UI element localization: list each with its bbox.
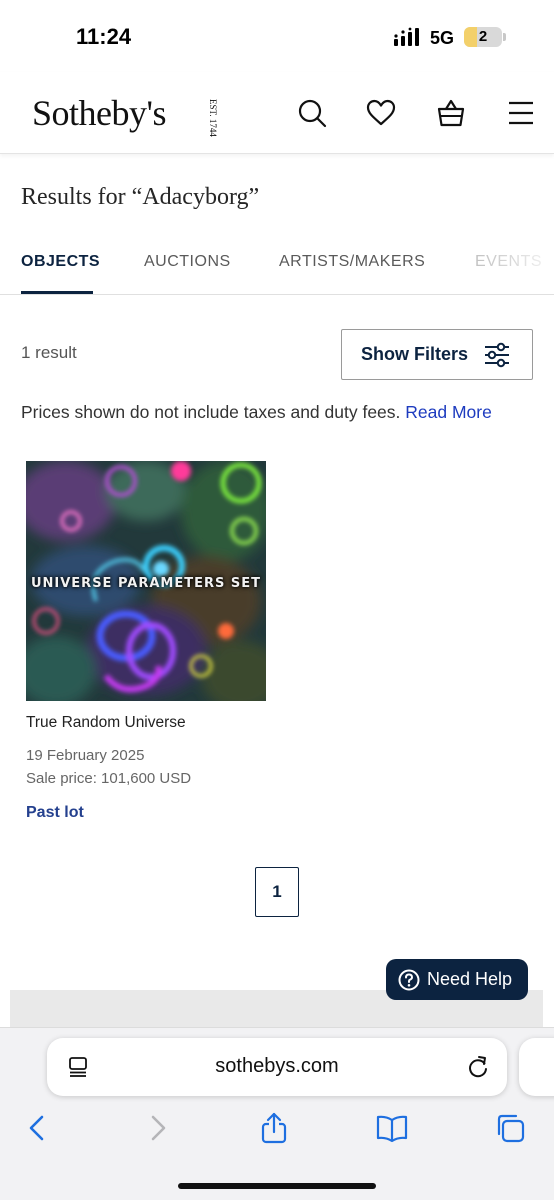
url-text: sothebys.com: [215, 1055, 339, 1077]
network-label: 5G: [430, 28, 455, 48]
home-indicator: [178, 1183, 376, 1189]
address-bar[interactable]: sothebys.com: [47, 1038, 507, 1096]
question-icon: [398, 969, 420, 991]
share-icon[interactable]: [258, 1112, 290, 1144]
sothebys-logo[interactable]: Sotheby's: [32, 92, 167, 134]
show-filters-button[interactable]: Show Filters: [341, 329, 533, 380]
battery-icon: 2: [464, 27, 502, 47]
lot-image-caption: UNIVERSE PARAMETERS SET: [30, 576, 262, 591]
tab-auctions[interactable]: AUCTIONS: [144, 253, 231, 271]
tab-events[interactable]: EVENTS: [475, 253, 542, 271]
lot-status: Past lot: [26, 804, 84, 821]
bookmarks-icon[interactable]: [376, 1112, 408, 1144]
lot-date: 19 February 2025: [26, 747, 145, 764]
tab-artists-makers[interactable]: ARTISTS/MAKERS: [279, 253, 425, 271]
need-help-label: Need Help: [427, 969, 513, 989]
battery-nub: [503, 33, 506, 41]
menu-icon[interactable]: [506, 98, 536, 128]
basket-icon[interactable]: [436, 98, 466, 128]
site-header: Sotheby's EST. 1744: [0, 72, 554, 154]
reload-icon[interactable]: [467, 1055, 489, 1079]
est-mark: EST. 1744: [208, 99, 218, 137]
status-bar: 11:24 5G 2: [0, 0, 554, 70]
result-tabs: OBJECTS AUCTIONS ARTISTS/MAKERS EVENTS: [0, 240, 554, 295]
back-icon[interactable]: [22, 1112, 54, 1144]
read-more-link[interactable]: Read More: [405, 402, 492, 422]
lot-title[interactable]: True Random Universe: [26, 714, 186, 732]
adjacent-tab-preview[interactable]: [519, 1038, 554, 1096]
tabs-icon[interactable]: [494, 1112, 526, 1144]
signal-icon: [394, 27, 419, 46]
active-tab-indicator: [21, 291, 93, 294]
forward-icon[interactable]: [141, 1112, 173, 1144]
heart-icon[interactable]: [366, 98, 396, 128]
lot-image[interactable]: UNIVERSE PARAMETERS SET: [26, 461, 266, 701]
tab-objects[interactable]: OBJECTS: [21, 253, 100, 271]
lot-sale-price: Sale price: 101,600 USD: [26, 770, 192, 787]
prices-note-text: Prices shown do not include taxes and du…: [21, 402, 401, 422]
prices-note: Prices shown do not include taxes and du…: [21, 402, 492, 423]
page-title: Results for “Adacyborg”: [21, 184, 260, 210]
search-icon[interactable]: [297, 98, 327, 128]
sliders-icon: [485, 342, 509, 368]
page-number-button[interactable]: 1: [255, 867, 299, 917]
clock: 11:24: [76, 24, 132, 49]
need-help-button[interactable]: Need Help: [386, 959, 528, 1000]
result-count: 1 result: [21, 343, 77, 362]
battery-percent: 2: [478, 28, 488, 45]
show-filters-label: Show Filters: [361, 344, 469, 364]
